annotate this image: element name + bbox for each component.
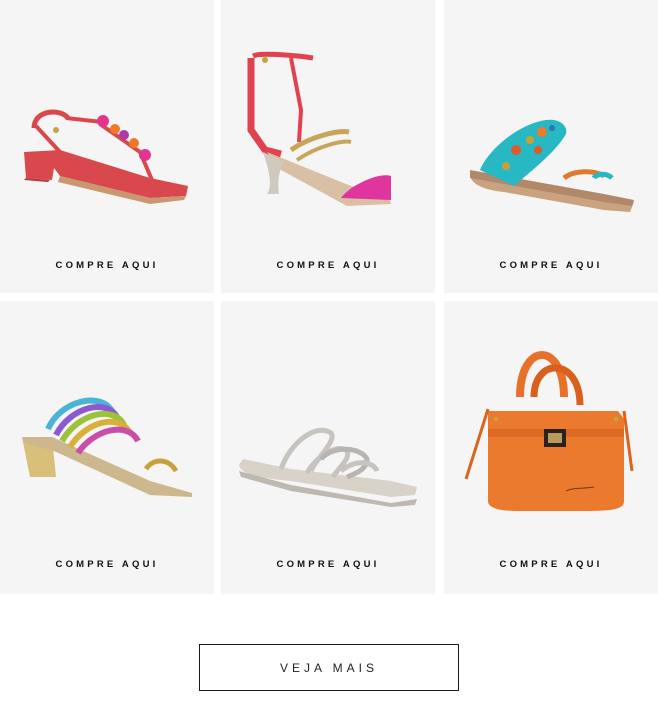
product-card-1[interactable]: COMPRE AQUI [0, 0, 214, 293]
red-flat-sandal-with-flowers-icon [24, 109, 188, 204]
red-gold-heeled-sandal-icon [247, 51, 391, 206]
product-card-5[interactable]: COMPRE AQUI [221, 301, 435, 594]
product-card-6[interactable]: COMPRE AQUI [444, 301, 658, 594]
compre-aqui-link[interactable]: COMPRE AQUI [221, 260, 435, 271]
compre-aqui-link[interactable]: COMPRE AQUI [444, 559, 658, 570]
product-card-4[interactable]: COMPRE AQUI [0, 301, 214, 594]
turquoise-beaded-slide-sandal-icon [470, 119, 634, 212]
rainbow-metallic-block-heel-sandal-icon [22, 397, 192, 497]
orange-leather-handbag-icon [464, 351, 634, 511]
silver-strappy-flat-sandal-icon [239, 427, 417, 507]
product-card-3[interactable]: COMPRE AQUI [444, 0, 658, 293]
compre-aqui-link[interactable]: COMPRE AQUI [221, 559, 435, 570]
compre-aqui-link[interactable]: COMPRE AQUI [0, 559, 214, 570]
compre-aqui-link[interactable]: COMPRE AQUI [444, 260, 658, 271]
compre-aqui-link[interactable]: COMPRE AQUI [0, 260, 214, 271]
product-card-2[interactable]: COMPRE AQUI [221, 0, 435, 293]
veja-mais-button[interactable]: VEJA MAIS [199, 644, 459, 691]
